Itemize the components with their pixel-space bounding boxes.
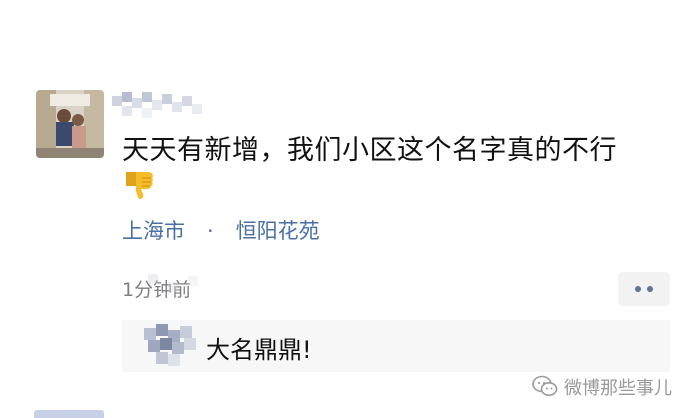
commenter-mosaic bbox=[136, 318, 216, 370]
avatar[interactable] bbox=[36, 90, 104, 158]
post-card: 天天有新增，我们小区这个名字真的不行 上海市 · 恒阳花苑 1分钟前 大名鼎鼎!… bbox=[0, 0, 690, 418]
location-city-link[interactable]: 上海市 bbox=[122, 219, 185, 243]
thumbs-down-icon bbox=[122, 166, 156, 200]
comment-text: 大名鼎鼎! bbox=[206, 336, 312, 364]
location-separator: · bbox=[207, 219, 214, 243]
post-text: 天天有新增，我们小区这个名字真的不行 bbox=[122, 135, 617, 166]
dot-icon bbox=[647, 286, 653, 292]
location-line: 上海市 · 恒阳花苑 bbox=[122, 215, 320, 245]
next-item-edge bbox=[34, 410, 104, 418]
wechat-icon bbox=[532, 375, 558, 396]
location-place-link[interactable]: 恒阳花苑 bbox=[236, 219, 320, 243]
timestamp-mosaic bbox=[128, 272, 218, 300]
dot-icon bbox=[635, 286, 641, 292]
more-options-button[interactable] bbox=[618, 272, 670, 306]
watermark-text: 微博那些事儿 bbox=[564, 378, 672, 399]
username-mosaic bbox=[108, 88, 228, 126]
